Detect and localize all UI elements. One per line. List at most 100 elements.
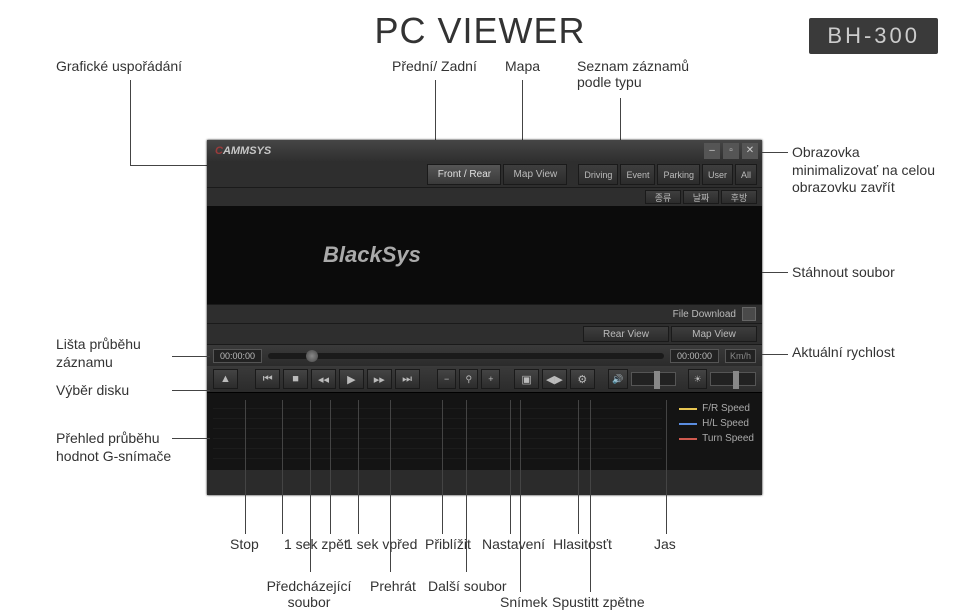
play-btn[interactable]: ▶ xyxy=(339,369,364,389)
ann-progress: Lišta průběhu záznamu xyxy=(56,336,176,371)
bl9 xyxy=(520,400,521,592)
model-badge: BH-300 xyxy=(809,18,938,54)
ann-frame: Snímek xyxy=(500,594,547,610)
sub-row: 종류 날짜 후방 xyxy=(207,188,762,206)
tab-map-view-2[interactable]: Map View xyxy=(671,326,757,342)
reverse-play-btn[interactable]: ◀▶ xyxy=(542,369,567,389)
zoom-out-btn[interactable]: − xyxy=(437,369,456,389)
cl-prog xyxy=(172,356,210,357)
bl7 xyxy=(466,400,467,572)
main-video-area: BlackSys xyxy=(207,206,762,304)
next-btn[interactable]: ⏭ xyxy=(395,369,420,389)
window-controls: – ▫ ✕ xyxy=(704,143,758,159)
ann-zoom: Přiblížit xyxy=(425,536,471,552)
bl8 xyxy=(510,400,511,534)
volume-slider[interactable] xyxy=(631,372,677,386)
viewer-window: CAMMSYS – ▫ ✕ Front / Rear Map View Driv… xyxy=(207,140,762,495)
back1s-btn[interactable]: ◂◂ xyxy=(311,369,336,389)
filter-parking[interactable]: Parking xyxy=(657,164,700,185)
time-end: 00:00:00 xyxy=(670,349,719,363)
settings-btn[interactable]: ⚙ xyxy=(570,369,595,389)
download-row: File Download xyxy=(207,304,762,324)
brightness-icon: ☀ xyxy=(688,369,707,389)
gsensor-panel: F/R Speed H/L Speed Turn Speed xyxy=(207,392,762,470)
legend-turn: Turn Speed xyxy=(702,433,754,444)
eject-btn[interactable]: ▲ xyxy=(213,369,238,389)
legend-hl: H/L Speed xyxy=(702,418,749,429)
record-list-panel xyxy=(577,206,762,304)
bl3 xyxy=(330,400,331,534)
ann-layout: Grafické uspořádání xyxy=(56,58,182,74)
progress-track[interactable] xyxy=(268,353,664,359)
cl-top xyxy=(130,80,131,165)
bl11 xyxy=(590,400,591,592)
titlebar: CAMMSYS – ▫ ✕ xyxy=(207,140,762,162)
ann-fwd: 1 sek vpřed xyxy=(345,536,417,552)
ann-stop: Stop xyxy=(230,536,259,552)
bl10 xyxy=(578,400,579,534)
ann-disk: Výběr disku xyxy=(56,382,136,400)
cl-dl xyxy=(762,272,788,273)
bl5 xyxy=(390,400,391,572)
gsensor-chart xyxy=(213,399,662,464)
splash-logo: BlackSys xyxy=(323,242,421,268)
ann-map: Mapa xyxy=(505,58,540,74)
tabs-row: Front / Rear Map View Driving Event Park… xyxy=(207,162,762,188)
ann-play: Prehrát xyxy=(370,578,416,594)
ann-gsensor: Přehled průběhu hodnot G-snímače xyxy=(56,430,196,465)
time-start: 00:00:00 xyxy=(213,349,262,363)
download-label: File Download xyxy=(673,309,736,320)
ann-prev: Předcházející soubor xyxy=(264,578,354,610)
page-title: PC VIEWER xyxy=(374,10,585,52)
sub-3[interactable]: 후방 xyxy=(721,190,757,204)
sub-1[interactable]: 종류 xyxy=(645,190,681,204)
gsensor-legend: F/R Speed H/L Speed Turn Speed xyxy=(679,403,754,448)
bl2b xyxy=(310,400,311,572)
volume-icon: 🔊 xyxy=(608,369,627,389)
ann-download: Stáhnout soubor xyxy=(792,264,895,282)
bl1 xyxy=(245,400,246,534)
cl-gs xyxy=(172,438,210,439)
ann-volume: Hlasitosťt xyxy=(553,536,612,552)
ann-front-rear: Přední/ Zadní xyxy=(392,58,477,74)
maximize-btn[interactable]: ▫ xyxy=(723,143,739,159)
ann-backward: Spustitt zpětne xyxy=(552,594,645,610)
tab-map-view[interactable]: Map View xyxy=(503,164,567,185)
zoom-in-btn[interactable]: + xyxy=(481,369,500,389)
minimize-btn[interactable]: – xyxy=(704,143,720,159)
progress-row: 00:00:00 00:00:00 Km/h xyxy=(207,344,762,366)
ann-screen: Obrazovka minimalizovať na celou obrazov… xyxy=(792,144,942,197)
close-btn[interactable]: ✕ xyxy=(742,143,758,159)
zoom-icon: ⚲ xyxy=(459,369,478,389)
snapshot-btn[interactable]: ▣ xyxy=(514,369,539,389)
fwd1s-btn[interactable]: ▸▸ xyxy=(367,369,392,389)
speed-readout: Km/h xyxy=(725,349,756,363)
filter-event[interactable]: Event xyxy=(620,164,655,185)
stop-btn[interactable]: ■ xyxy=(283,369,308,389)
ann-settings: Nastavení xyxy=(482,536,545,552)
sub-2[interactable]: 날짜 xyxy=(683,190,719,204)
filter-all[interactable]: All xyxy=(735,164,757,185)
filter-driving[interactable]: Driving xyxy=(578,164,618,185)
download-icon[interactable] xyxy=(742,307,756,321)
bl12 xyxy=(666,400,667,534)
filter-user[interactable]: User xyxy=(702,164,733,185)
tab-rear-view[interactable]: Rear View xyxy=(583,326,669,342)
ann-record-list: Seznam záznamů podle typu xyxy=(577,58,689,90)
ann-back: 1 sek zpět xyxy=(284,536,348,552)
cl-scr xyxy=(762,152,788,153)
bl4 xyxy=(358,400,359,534)
legend-fr: F/R Speed xyxy=(702,403,750,414)
ann-speed: Aktuální rychlost xyxy=(792,344,895,362)
bl2 xyxy=(282,400,283,534)
cl-disk xyxy=(172,390,210,391)
logo: CAMMSYS xyxy=(215,145,271,157)
bl6 xyxy=(442,400,443,534)
cl-spd xyxy=(762,354,788,355)
lower-tabs: Rear View Map View xyxy=(207,324,762,344)
prev-btn[interactable]: ⏮ xyxy=(255,369,280,389)
ann-next: Další soubor xyxy=(428,578,507,594)
progress-thumb[interactable] xyxy=(306,350,318,362)
tab-front-rear[interactable]: Front / Rear xyxy=(427,164,501,185)
brightness-slider[interactable] xyxy=(710,372,756,386)
